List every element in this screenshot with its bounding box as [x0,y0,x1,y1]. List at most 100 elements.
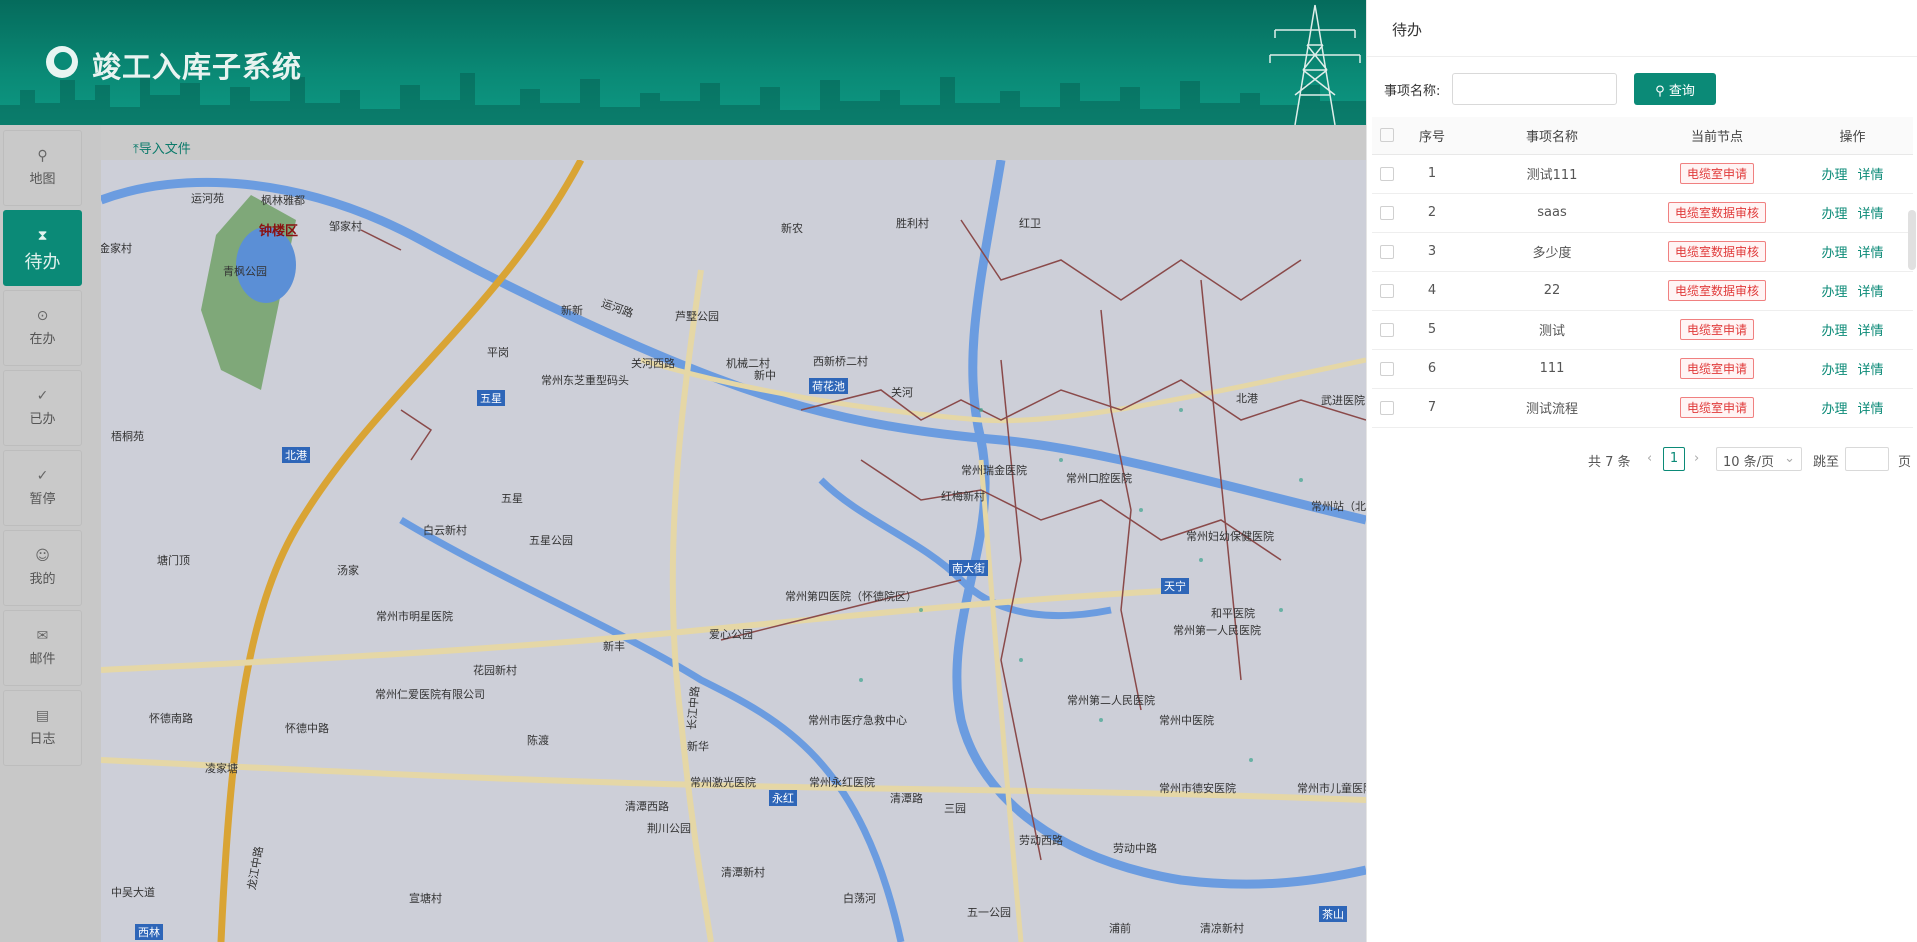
row-no: 1 [1402,154,1462,194]
node-badge: 电缆室申请 [1679,397,1754,418]
node-badge: 电缆室数据审核 [1667,280,1766,301]
column-header: 事项名称 [1462,117,1642,155]
sidebar-item-label: 暂停 [29,492,56,507]
row-checkbox[interactable] [1380,166,1394,181]
scrollbar[interactable] [1908,210,1916,270]
handle-link[interactable]: 办理 [1821,207,1847,222]
query-button[interactable]: ⚲ 查询 [1634,73,1716,105]
detail-link[interactable]: 详情 [1858,402,1884,417]
sidebar-item-log[interactable]: ▤ 日志 [3,690,82,766]
row-name: 22 [1462,271,1642,311]
map-label: 清凉新村 [1200,922,1244,935]
row-checkbox[interactable] [1380,400,1394,415]
detail-link[interactable]: 详情 [1858,168,1884,183]
sidebar-item-label: 地图 [29,172,56,187]
next-page-icon[interactable]: › [1694,451,1699,466]
row-checkbox[interactable] [1380,244,1394,259]
search-label: 事项名称: [1384,84,1441,99]
map-label: 运河苑 [191,192,224,205]
node-badge: 电缆室申请 [1679,319,1754,340]
table-row: 6 111 电缆室申请 办理 详情 [1372,349,1913,389]
map-label: 劳动西路 [1019,834,1063,847]
table-header-row: 序号 事项名称 当前节点 操作 [1372,117,1913,155]
handle-link[interactable]: 办理 [1821,324,1847,339]
app-title: 竣工入库子系统 [92,50,303,84]
page-number-button[interactable]: 1 [1663,447,1685,471]
handle-link[interactable]: 办理 [1821,168,1847,183]
map-label: 常州第一人民医院 [1173,624,1261,637]
map-label: 五星 [477,390,505,406]
map-label: 劳动中路 [1113,842,1157,855]
map-label: 白荡河 [843,892,876,905]
sidebar-item-map[interactable]: ⚲ 地图 [3,130,82,206]
sidebar-item-mail[interactable]: ✉ 邮件 [3,610,82,686]
pause-icon: ✓ [36,468,49,484]
import-file-label: 导入文件 [138,142,191,157]
handle-link[interactable]: 办理 [1821,402,1847,417]
map-label: 白云新村 [423,524,467,537]
user-icon: ☺ [35,548,50,564]
prev-page-icon[interactable]: ‹ [1647,451,1652,466]
table-row: 1 测试111 电缆室申请 办理 详情 [1372,154,1913,194]
map-label: 青枫公园 [223,265,267,278]
detail-link[interactable]: 详情 [1858,246,1884,261]
map-label: 怀德中路 [285,722,329,735]
page-size-select[interactable]: 10 条/页 ⌄ [1716,447,1802,471]
map-label: 凌家塘 [205,762,238,775]
sidebar-item-label: 待办 [24,252,61,273]
sidebar-item-todo[interactable]: ⧗ 待办 [3,210,82,286]
detail-link[interactable]: 详情 [1858,324,1884,339]
map-label: 爱心公园 [709,628,753,641]
row-checkbox[interactable] [1380,205,1394,220]
import-file-button[interactable]: ⤒导入文件 [133,138,191,157]
divider [1367,56,1917,57]
handle-link[interactable]: 办理 [1821,285,1847,300]
map-view[interactable]: 运河苑 枫林雅都 钟楼区 邹家村 金家村 青枫公园 新农 胜利村 红卫 新新 平… [101,160,1366,942]
sidebar-item-done[interactable]: ✓ 已办 [3,370,82,446]
row-checkbox[interactable] [1380,361,1394,376]
table-row: 3 多少度 电缆室数据审核 办理 详情 [1372,232,1913,272]
detail-link[interactable]: 详情 [1858,285,1884,300]
row-checkbox[interactable] [1380,283,1394,298]
node-badge: 电缆室数据审核 [1667,241,1766,262]
detail-link[interactable]: 详情 [1858,363,1884,378]
play-circle-icon: ⊙ [36,308,49,324]
map-label: 清潭路 [890,792,923,805]
select-all-checkbox[interactable] [1380,128,1394,143]
sidebar-item-paused[interactable]: ✓ 暂停 [3,450,82,526]
detail-link[interactable]: 详情 [1858,207,1884,222]
query-button-label: 查询 [1668,83,1695,99]
row-checkbox[interactable] [1380,322,1394,337]
map-label: 常州市儿童医院 [1297,782,1366,795]
map-label: 五星 [501,492,523,505]
node-badge: 电缆室数据审核 [1667,202,1766,223]
map-label: 西林 [135,924,163,940]
map-label: 宣塘村 [409,892,442,905]
table-row: 4 22 电缆室数据审核 办理 详情 [1372,271,1913,311]
sidebar-item-mine[interactable]: ☺ 我的 [3,530,82,606]
column-header: 序号 [1402,117,1462,155]
map-label: 常州激光医院 [690,776,756,789]
map-label: 永红 [769,790,797,806]
map-label: 清潭西路 [625,800,669,813]
map-label: 关河 [891,386,913,399]
map-label: 和平医院 [1211,607,1255,620]
map-toolbar [101,125,1366,160]
column-header: 当前节点 [1642,117,1792,155]
map-label: 怀德南路 [149,712,193,725]
table-row: 5 测试 电缆室申请 办理 详情 [1372,310,1913,350]
item-name-search-input[interactable] [1452,73,1617,105]
jump-page-input[interactable] [1845,447,1889,471]
map-label: 新中 [754,369,776,382]
handle-link[interactable]: 办理 [1821,363,1847,378]
map-label: 胜利村 [896,217,929,230]
node-badge: 电缆室申请 [1679,358,1754,379]
table-row: 7 测试流程 电缆室申请 办理 详情 [1372,388,1913,428]
map-label: 清潭新村 [721,866,765,879]
handle-link[interactable]: 办理 [1821,246,1847,261]
map-label: 天宁 [1161,578,1189,594]
row-no: 5 [1402,310,1462,350]
map-label: 新新 [561,304,583,317]
sidebar-item-in-progress[interactable]: ⊙ 在办 [3,290,82,366]
map-canvas[interactable] [101,160,1366,942]
